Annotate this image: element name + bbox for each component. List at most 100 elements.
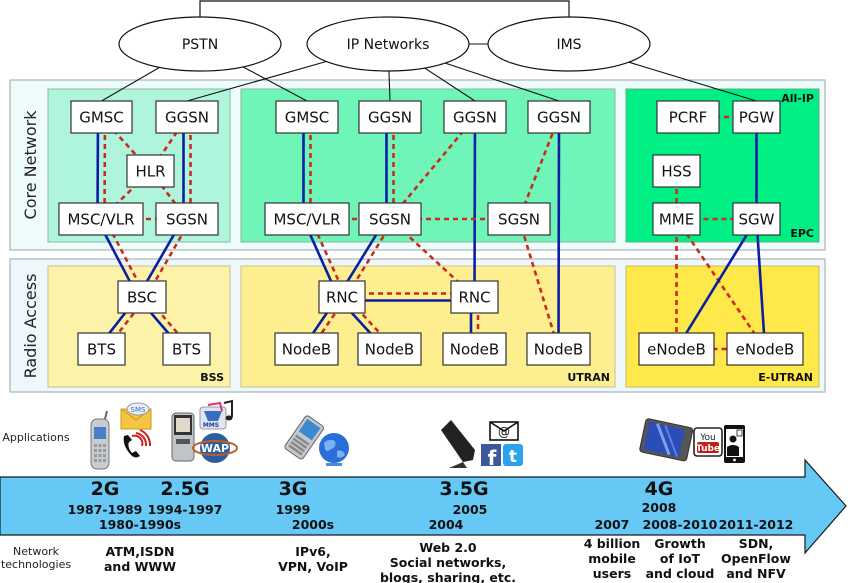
- region-4g-radio: [625, 265, 820, 388]
- node-g3_msc: MSC/VLR: [264, 202, 350, 236]
- generation-era: 2004: [429, 517, 464, 532]
- svg-text:SMS: SMS: [131, 406, 146, 414]
- network-technology-line: VPN, VoIP: [278, 559, 348, 574]
- node-g3_nb2: NodeB: [357, 332, 422, 366]
- svg-text:WAP: WAP: [201, 442, 229, 455]
- milestone-technology-line: 4 billion: [584, 536, 641, 551]
- node-label: NodeB: [365, 341, 414, 359]
- node-label: PCRF: [669, 109, 708, 127]
- generation-year: 2008: [642, 500, 677, 515]
- milestone-year: 2011-2012: [719, 517, 794, 532]
- user-plane-link-g3_ggsn2-g3_rnc2: [473, 116, 477, 298]
- node-g3_sgsn1: SGSN: [358, 202, 422, 236]
- node-g3_ggsn2: GGSN: [443, 100, 507, 134]
- milestone-technology-line: users: [593, 566, 631, 581]
- node-g3_ggsn3: GGSN: [527, 100, 591, 134]
- cloud-label: PSTN: [182, 37, 218, 53]
- network-technology-line: blogs, sharing, etc.: [380, 570, 516, 583]
- network-technology-line: IPv6,: [295, 544, 330, 559]
- generation-4g: 4G2008: [642, 478, 677, 515]
- node-g3_ggsn1: GGSN: [358, 100, 422, 134]
- milestone-2011-2012: 2011-2012 SDN,OpenFlowand NFV: [719, 517, 794, 581]
- node-g3_rnc2: RNC: [450, 280, 499, 314]
- milestone-technology-line: and cloud: [646, 566, 715, 581]
- link-pstn-ims: [199, 0, 570, 17]
- cloud-ims: IMS: [487, 16, 651, 72]
- node-label: MME: [659, 211, 694, 229]
- generation-label: 3.5G: [439, 478, 488, 500]
- milestone-year: 2008-2010: [643, 517, 718, 532]
- network-technology-line: Social networks,: [390, 555, 507, 570]
- node-label: RNC: [458, 289, 490, 307]
- node-g3_nb3: NodeB: [442, 332, 507, 366]
- milestone-technology-line: mobile: [588, 551, 636, 566]
- node-label: NodeB: [282, 341, 331, 359]
- generation-year: 1994-1997: [148, 502, 223, 517]
- svg-text:MMS: MMS: [203, 422, 219, 429]
- user-plane-link-g3_ggsn3-g3_nb4: [557, 116, 561, 350]
- node-g3_sgsn2: SGSN: [487, 202, 551, 236]
- radio-access-label: Radio Access: [21, 274, 40, 379]
- core-network-label: Core Network: [21, 110, 40, 220]
- node-g2_bsc: BSC: [117, 280, 167, 314]
- node-label: SGSN: [498, 211, 540, 229]
- mobile-network-evolution-diagram: Core Network Radio Access All-IP EPC BSS…: [0, 0, 847, 583]
- svg-text:f: f: [488, 446, 497, 470]
- cloud-label: IP Networks: [347, 37, 430, 53]
- network-technology-line: Web 2.0: [419, 540, 477, 555]
- network-technology-line: and WWW: [104, 559, 176, 574]
- milestone-technology-line: and NFV: [726, 566, 786, 581]
- node-label: HSS: [661, 163, 691, 181]
- eutran-tag: E-UTRAN: [758, 371, 813, 384]
- mms-icon: MMS: [199, 399, 233, 430]
- node-g2_bts1: BTS: [77, 332, 126, 366]
- node-label: GMSC: [285, 109, 330, 127]
- node-g2_gmsc: GMSC: [70, 100, 133, 134]
- milestone-year: 2007: [595, 517, 630, 532]
- email-icon: @: [489, 421, 519, 441]
- node-label: PGW: [739, 109, 775, 127]
- milestone-2008-2010: 2008-2010 Growthof IoTand cloud: [643, 517, 718, 581]
- node-label: SGSN: [166, 211, 208, 229]
- milestone-technology-line: of IoT: [660, 551, 701, 566]
- cloud-ipnet: IP Networks: [306, 16, 470, 72]
- node-label: BSC: [127, 289, 157, 307]
- milestone-technology-line: OpenFlow: [721, 551, 791, 566]
- node-g2_bts2: BTS: [162, 332, 211, 366]
- youtube-icon: YouTube: [693, 427, 723, 457]
- all-ip-tag: All-IP: [781, 92, 814, 105]
- node-label: GGSN: [537, 109, 581, 127]
- wap-icon: WAP: [192, 433, 238, 463]
- milestone-technology-line: Growth: [654, 536, 705, 551]
- touch-phone-icon: [441, 420, 475, 468]
- generation-year: 2005: [453, 502, 488, 517]
- sms-icon: SMS: [120, 402, 152, 430]
- node-g3_nb4: NodeB: [526, 332, 591, 366]
- tablet-icon: [639, 418, 694, 462]
- generation-era: 1980-1990s: [99, 517, 181, 532]
- node-label: NodeB: [450, 341, 499, 359]
- node-label: GGSN: [165, 109, 209, 127]
- globe-icon: [319, 433, 349, 466]
- node-g4_sgw: SGW: [732, 202, 781, 236]
- node-label: BTS: [172, 341, 201, 359]
- generation-year: 1987-1989: [68, 502, 143, 517]
- node-label: eNodeB: [647, 341, 706, 359]
- node-g3_nb1: NodeB: [274, 332, 339, 366]
- node-g4_enb1: eNodeB: [638, 332, 715, 366]
- facebook-icon: f: [481, 444, 501, 470]
- node-label: BTS: [87, 341, 116, 359]
- twitter-icon: t: [503, 444, 523, 467]
- voice-call-icon: [123, 429, 152, 458]
- generation-label: 2.5G: [160, 478, 209, 500]
- network-technology-line: ATM,ISDN: [106, 544, 175, 559]
- node-label: SGW: [739, 211, 775, 229]
- node-label: GGSN: [368, 109, 412, 127]
- node-label: HLR: [135, 163, 165, 181]
- generation-label: 2G: [91, 478, 120, 500]
- node-g3_gmsc: GMSC: [275, 100, 339, 134]
- node-g2_sgsn: SGSN: [155, 202, 219, 236]
- generation-era: 2000s: [292, 517, 334, 532]
- bss-tag: BSS: [200, 371, 224, 384]
- node-label: NodeB: [534, 341, 583, 359]
